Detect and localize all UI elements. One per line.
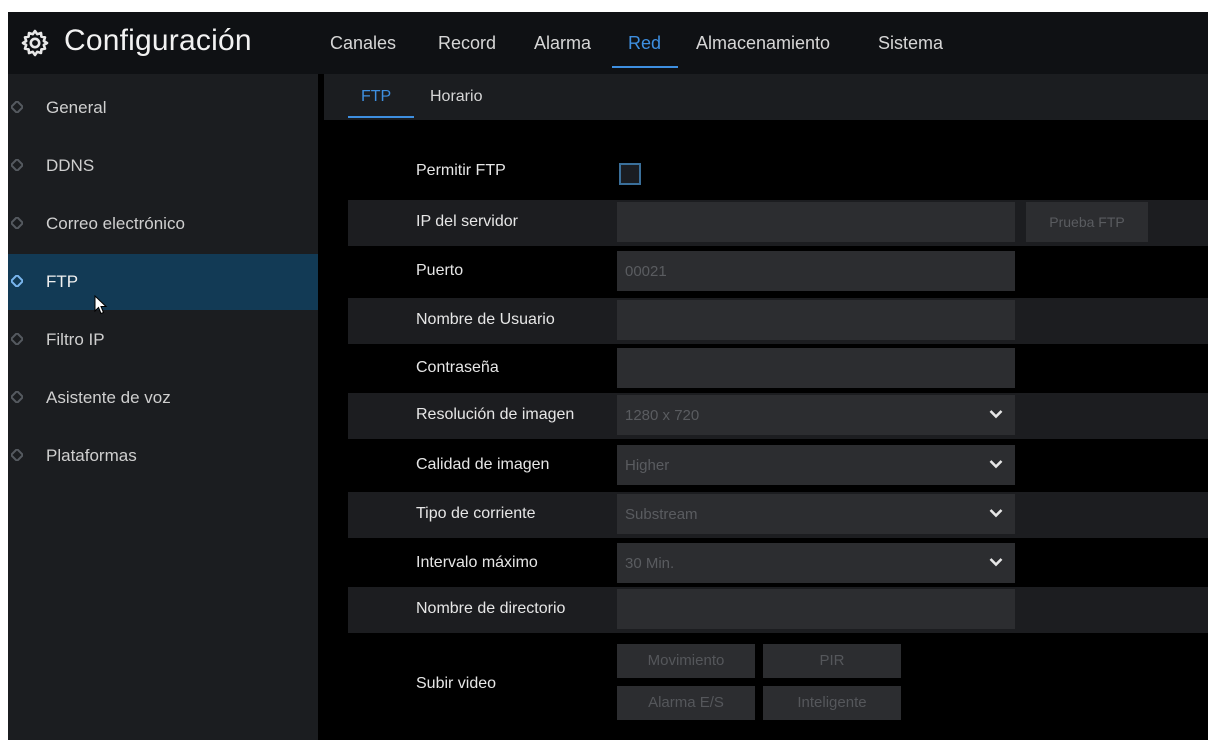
sidebar-item-correo[interactable]: Correo electrónico xyxy=(8,196,318,252)
diamond-icon xyxy=(11,391,23,403)
enable-ftp-checkbox[interactable] xyxy=(619,163,641,185)
sidebar-item-plataformas[interactable]: Plataformas xyxy=(8,428,318,484)
sidebar-item-label: Asistente de voz xyxy=(46,388,171,407)
sidebar-item-ddns[interactable]: DDNS xyxy=(8,138,318,194)
server-ip-input[interactable] xyxy=(617,202,1015,242)
chevron-down-icon xyxy=(989,460,1003,469)
form-row-enable-ftp: Permitir FTP xyxy=(348,149,1208,195)
tab-record[interactable]: Record xyxy=(438,33,496,54)
form-row-max-interval: Intervalo máximo 30 Min. xyxy=(348,541,1208,587)
directory-name-label: Nombre de directorio xyxy=(416,600,566,617)
stream-type-label: Tipo de corriente xyxy=(416,505,536,522)
max-interval-value: 30 Min. xyxy=(625,555,675,572)
diamond-icon xyxy=(11,101,23,113)
form-row-password: Contraseña xyxy=(348,346,1208,392)
upload-movimiento-button[interactable]: Movimiento xyxy=(617,644,755,678)
max-interval-select[interactable]: 30 Min. xyxy=(617,543,1015,583)
enable-ftp-label: Permitir FTP xyxy=(416,162,506,179)
upload-video-label: Subir video xyxy=(416,675,497,692)
image-quality-value: Higher xyxy=(625,457,670,474)
image-quality-label: Calidad de imagen xyxy=(416,456,550,473)
image-resolution-label: Resolución de imagen xyxy=(416,406,575,423)
chevron-down-icon xyxy=(989,509,1003,518)
port-input[interactable] xyxy=(617,251,1015,291)
sidebar-item-label: Correo electrónico xyxy=(46,214,185,233)
chevron-down-icon xyxy=(989,558,1003,567)
sidebar-item-label: FTP xyxy=(46,272,79,291)
form-row-stream-type: Tipo de corriente Substream xyxy=(348,492,1208,538)
sidebar-item-filtro-ip[interactable]: Filtro IP xyxy=(8,312,318,368)
tab-sistema[interactable]: Sistema xyxy=(878,33,943,54)
tab-red[interactable]: Red xyxy=(628,33,661,54)
form-row-server-ip: IP del servidor Prueba FTP xyxy=(348,200,1208,246)
gear-icon xyxy=(21,29,49,57)
tab-alarma[interactable]: Alarma xyxy=(534,33,591,54)
diamond-icon xyxy=(11,333,23,345)
test-ftp-button[interactable]: Prueba FTP xyxy=(1026,202,1148,242)
diamond-icon xyxy=(11,159,23,171)
server-ip-label: IP del servidor xyxy=(416,213,518,230)
sidebar-item-asistente-de-voz[interactable]: Asistente de voz xyxy=(8,370,318,426)
stream-type-value: Substream xyxy=(625,506,698,523)
sidebar: General DDNS Correo electrónico FTP Filt… xyxy=(8,74,318,740)
diamond-icon xyxy=(11,217,23,229)
sidebar-item-ftp[interactable]: FTP xyxy=(8,254,318,310)
image-resolution-select[interactable]: 1280 x 720 xyxy=(617,395,1015,435)
password-input[interactable] xyxy=(617,348,1015,388)
sidebar-item-label: General xyxy=(46,98,107,117)
page-title: Configuración xyxy=(64,24,252,57)
max-interval-label: Intervalo máximo xyxy=(416,554,538,571)
directory-name-input[interactable] xyxy=(617,589,1015,629)
tab-canales[interactable]: Canales xyxy=(330,33,396,54)
sidebar-item-label: DDNS xyxy=(46,156,95,175)
form-row-image-resolution: Resolución de imagen 1280 x 720 xyxy=(348,393,1208,439)
form-row-port: Puerto xyxy=(348,249,1208,295)
stream-type-select[interactable]: Substream xyxy=(617,494,1015,534)
tab-almacenamiento[interactable]: Almacenamiento xyxy=(696,33,830,54)
chevron-down-icon xyxy=(989,410,1003,419)
username-input[interactable] xyxy=(617,300,1015,340)
subtab-ftp[interactable]: FTP xyxy=(361,88,391,106)
diamond-icon xyxy=(11,449,23,461)
upload-alarma-es-button[interactable]: Alarma E/S xyxy=(617,686,755,720)
sidebar-item-label: Plataformas xyxy=(46,446,137,465)
username-label: Nombre de Usuario xyxy=(416,311,555,328)
active-subtab-indicator xyxy=(348,116,414,118)
password-label: Contraseña xyxy=(416,359,499,376)
upload-inteligente-button[interactable]: Inteligente xyxy=(763,686,901,720)
form-row-directory-name: Nombre de directorio xyxy=(348,587,1208,633)
form-row-upload-video: Subir video Movimiento PIR Alarma E/S In… xyxy=(348,638,1208,734)
app-window: Configuración Canales Record Alarma Red … xyxy=(8,12,1208,740)
upload-pir-button[interactable]: PIR xyxy=(763,644,901,678)
image-quality-select[interactable]: Higher xyxy=(617,445,1015,485)
mouse-cursor-icon xyxy=(94,295,108,315)
form-row-image-quality: Calidad de imagen Higher xyxy=(348,443,1208,489)
image-resolution-value: 1280 x 720 xyxy=(625,407,700,424)
sidebar-item-general[interactable]: General xyxy=(8,80,318,136)
active-tab-indicator xyxy=(612,66,678,68)
sidebar-item-label: Filtro IP xyxy=(46,330,105,349)
sub-tabs: FTP Horario xyxy=(324,74,1208,120)
top-bar: Configuración Canales Record Alarma Red … xyxy=(8,12,1208,74)
form-row-username: Nombre de Usuario xyxy=(348,298,1208,344)
subtab-horario[interactable]: Horario xyxy=(430,88,482,106)
port-label: Puerto xyxy=(416,262,464,279)
diamond-icon xyxy=(11,275,23,287)
